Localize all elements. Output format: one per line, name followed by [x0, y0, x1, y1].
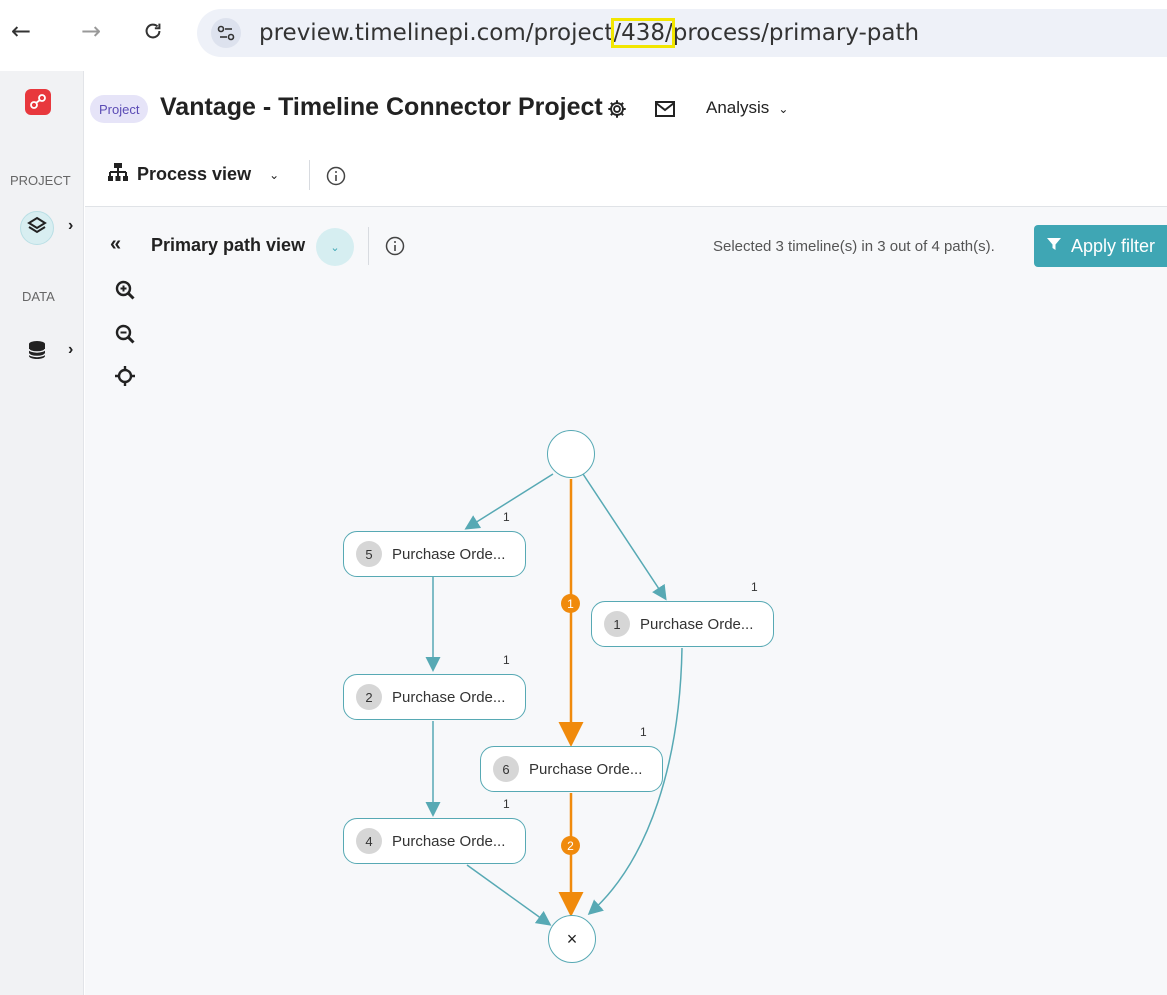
node-label: Purchase Orde...: [529, 760, 643, 778]
project-badge: Project: [90, 95, 149, 123]
info-icon[interactable]: [384, 235, 406, 262]
node-label: Purchase Orde...: [392, 688, 506, 706]
node-label: Purchase Orde...: [640, 615, 754, 633]
divider: [368, 227, 369, 265]
primary-path-label: Primary path view: [151, 235, 306, 255]
filter-icon: [1046, 236, 1062, 257]
recenter-icon[interactable]: [113, 364, 137, 388]
back-icon[interactable]: ←: [6, 16, 36, 46]
edge-count-label: 1: [503, 797, 510, 811]
start-node[interactable]: [547, 430, 595, 478]
sidebar-item-data[interactable]: [20, 335, 54, 369]
analysis-menu[interactable]: Analysis ⌄: [706, 98, 788, 118]
node-count-badge: 6: [493, 756, 519, 782]
app-logo[interactable]: [25, 89, 51, 115]
chevron-down-icon: ⌄: [330, 241, 340, 254]
chevron-right-icon[interactable]: ›: [68, 341, 73, 359]
node-label: Purchase Orde...: [392, 545, 506, 563]
chevron-right-icon[interactable]: ›: [68, 217, 73, 235]
primary-path-dropdown[interactable]: ⌄: [316, 228, 354, 266]
info-icon[interactable]: [325, 165, 347, 192]
apply-filter-label: Apply filter: [1071, 235, 1156, 256]
chevron-down-icon: ⌄: [269, 167, 280, 182]
activity-node[interactable]: 4 Purchase Orde...: [343, 818, 526, 864]
apply-filter-button[interactable]: Apply filter: [1034, 225, 1167, 267]
collapse-icon[interactable]: «: [110, 233, 121, 256]
activity-node[interactable]: 1 Purchase Orde...: [591, 601, 774, 647]
database-icon: [26, 339, 48, 366]
node-count-badge: 2: [356, 684, 382, 710]
process-view-label: Process view: [137, 164, 252, 184]
path-step-badge: 2: [561, 836, 580, 855]
url-highlight: /438/: [611, 18, 675, 48]
address-bar[interactable]: preview.timelinepi.com/project/438/proce…: [197, 9, 1167, 57]
url-text[interactable]: preview.timelinepi.com/project/438/proce…: [259, 18, 919, 48]
layers-icon: [26, 215, 48, 242]
zoom-in-icon[interactable]: [113, 278, 137, 302]
forward-icon[interactable]: →: [76, 16, 106, 46]
hierarchy-icon: [107, 162, 129, 187]
selection-status: Selected 3 timeline(s) in 3 out of 4 pat…: [713, 238, 995, 255]
page-title: Vantage - Timeline Connector Project: [160, 93, 603, 121]
activity-node[interactable]: 6 Purchase Orde...: [480, 746, 663, 792]
sidebar-item-project[interactable]: [20, 211, 54, 245]
node-count-badge: 5: [356, 541, 382, 567]
process-view-selector[interactable]: Process view ⌄: [107, 162, 279, 187]
node-count-badge: 4: [356, 828, 382, 854]
edge-count-label: 1: [640, 725, 647, 739]
edge-count-label: 1: [503, 510, 510, 524]
path-step-badge: 1: [561, 594, 580, 613]
node-count-badge: 1: [604, 611, 630, 637]
browser-toolbar: ← → preview.timelinepi.com/project/438/p…: [0, 0, 1167, 66]
left-sidebar: PROJECT › DATA ›: [0, 71, 84, 995]
divider: [309, 160, 310, 190]
activity-node[interactable]: 2 Purchase Orde...: [343, 674, 526, 720]
chevron-down-icon: ⌄: [778, 102, 789, 116]
reload-icon[interactable]: [138, 16, 168, 46]
activity-node[interactable]: 5 Purchase Orde...: [343, 531, 526, 577]
mail-icon[interactable]: [652, 96, 678, 122]
edge-count-label: 1: [503, 653, 510, 667]
settings-icon[interactable]: [604, 96, 630, 122]
node-label: Purchase Orde...: [392, 832, 506, 850]
site-settings-icon[interactable]: [211, 18, 241, 48]
edge-count-label: 1: [751, 580, 758, 594]
sidebar-section-project: PROJECT: [10, 173, 71, 188]
end-node[interactable]: ×: [548, 915, 596, 963]
zoom-out-icon[interactable]: [113, 322, 137, 346]
